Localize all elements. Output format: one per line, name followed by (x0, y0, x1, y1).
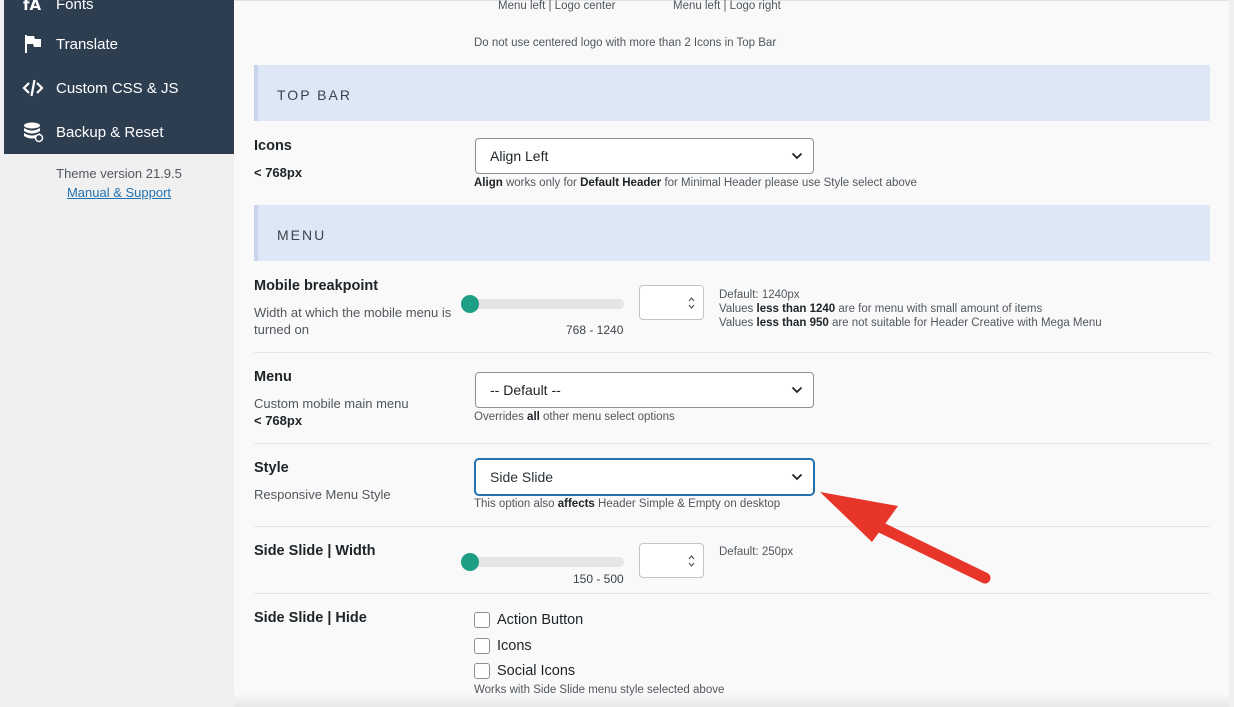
icons-align-select[interactable]: Align Left (475, 138, 814, 174)
help-text: Values (719, 317, 757, 329)
option-title-style: Style (254, 460, 289, 476)
option-desc-menu-breakpoint: < 768px (254, 413, 303, 428)
sidebar-item-custom-css-js[interactable]: Custom CSS & JS (4, 68, 234, 108)
select-value: Align Left (490, 148, 549, 164)
sidebar-item-backup-reset[interactable]: Backup & Reset (4, 112, 234, 152)
help-text: Header Simple & Empty on desktop (594, 498, 781, 510)
sidebar-item-label: Backup & Reset (56, 123, 164, 141)
help-bold: all (527, 411, 540, 423)
option-title-side-slide-hide: Side Slide | Hide (254, 610, 367, 626)
help-bold: affects (557, 498, 595, 510)
breakpoint-number-input[interactable] (639, 285, 704, 320)
breakpoint-help-text: Default: 1240px Values less than 1240 ar… (719, 288, 1102, 330)
help-bold: less than 950 (756, 317, 829, 329)
help-line: Default: 1240px (719, 289, 800, 301)
menu-help-text: Overrides all other menu select options (474, 411, 675, 423)
help-text: works only for (502, 177, 581, 189)
help-text: are for menu with small amount of items (835, 303, 1043, 315)
option-title-icons: Icons (254, 138, 292, 154)
help-bold: less than 1240 (756, 303, 836, 315)
sidebar-item-fonts[interactable]: fA Fonts (4, 0, 234, 24)
help-bold: Align (474, 177, 503, 189)
checkbox-action-button[interactable] (474, 612, 490, 628)
sidebar-item-label: Fonts (56, 0, 94, 13)
logo-option-center-label: Menu left | Logo center (498, 0, 616, 12)
help-text: This option also (474, 498, 558, 510)
divider (254, 593, 1210, 594)
mobile-menu-select[interactable]: -- Default -- (475, 372, 814, 408)
section-heading-top-bar: TOP BAR (254, 65, 1210, 121)
divider (254, 352, 1210, 353)
spinner-arrows-icon[interactable] (688, 554, 695, 568)
option-desc-mobile-breakpoint: Width at which the mobile menu is turned… (254, 305, 452, 337)
option-desc-menu: Custom mobile main menu (254, 396, 409, 411)
manual-support-link-wrap: Manual & Support (4, 185, 234, 200)
checkbox-label-icons[interactable]: Icons (497, 638, 532, 654)
divider (254, 443, 1210, 444)
chevron-down-icon (791, 152, 803, 160)
option-title-menu: Menu (254, 369, 292, 385)
option-subtitle-icons: < 768px (254, 165, 303, 180)
svg-text:fA: fA (23, 0, 42, 14)
help-text: Values (719, 303, 757, 315)
select-value: Side Slide (490, 469, 554, 485)
bottom-fade (234, 693, 1229, 707)
icons-help-text: Align works only for Default Header for … (474, 177, 917, 189)
annotation-arrow-icon (820, 492, 991, 584)
style-help-text: This option also affects Header Simple &… (474, 498, 780, 510)
checkbox-label-action-button[interactable]: Action Button (497, 612, 583, 628)
sidebar-item-label: Custom CSS & JS (56, 79, 179, 97)
spinner-arrows-icon[interactable] (688, 296, 695, 310)
checkbox-label-social-icons[interactable]: Social Icons (497, 663, 575, 679)
help-bold: Default Header (580, 177, 662, 189)
responsive-menu-style-select[interactable]: Side Slide (475, 459, 814, 495)
logo-option-right-label: Menu left | Logo right (673, 0, 781, 12)
logo-note: Do not use centered logo with more than … (474, 37, 777, 49)
help-line: Values less than 950 are not suitable fo… (719, 316, 1102, 330)
side-slide-width-number-input[interactable] (639, 543, 704, 578)
section-heading-menu: MENU (254, 205, 1210, 261)
breakpoint-slider-track[interactable] (470, 299, 624, 309)
help-text: Overrides (474, 411, 528, 423)
manual-support-link[interactable]: Manual & Support (67, 185, 171, 200)
breakpoint-range: 768 - 1240 (566, 323, 624, 337)
code-icon (21, 76, 45, 100)
select-value: -- Default -- (490, 382, 561, 398)
divider (254, 526, 1210, 527)
breakpoint-slider-handle[interactable] (461, 295, 479, 313)
sidebar-item-label: Translate (56, 35, 118, 53)
flag-icon (21, 32, 45, 56)
side-slide-width-help: Default: 250px (719, 546, 794, 558)
option-title-mobile-breakpoint: Mobile breakpoint (254, 278, 379, 294)
section-title: MENU (277, 227, 327, 243)
help-text: are not suitable for Header Creative wit… (828, 317, 1102, 329)
option-desc-style: Responsive Menu Style (254, 487, 391, 502)
checkbox-social-icons[interactable] (474, 663, 490, 679)
help-line: Values less than 1240 are for menu with … (719, 302, 1102, 316)
sidebar-item-translate[interactable]: Translate (4, 24, 234, 64)
chevron-down-icon (791, 386, 803, 394)
option-title-side-slide-width: Side Slide | Width (254, 543, 376, 559)
side-slide-width-slider-handle[interactable] (461, 553, 479, 571)
side-slide-width-range: 150 - 500 (573, 572, 624, 586)
chevron-down-icon (791, 473, 803, 481)
help-text: other menu select options (539, 411, 675, 423)
help-text: for Minimal Header please use Style sele… (661, 177, 917, 189)
theme-version: Theme version 21.9.5 (56, 166, 182, 181)
font-icon: fA (21, 0, 45, 16)
database-icon (21, 120, 45, 144)
section-title: TOP BAR (277, 87, 352, 103)
admin-sidebar: fA Fonts Translate Custom CSS & JS Backu… (4, 0, 234, 154)
side-slide-width-slider-track[interactable] (470, 557, 624, 567)
checkbox-icons[interactable] (474, 638, 490, 654)
